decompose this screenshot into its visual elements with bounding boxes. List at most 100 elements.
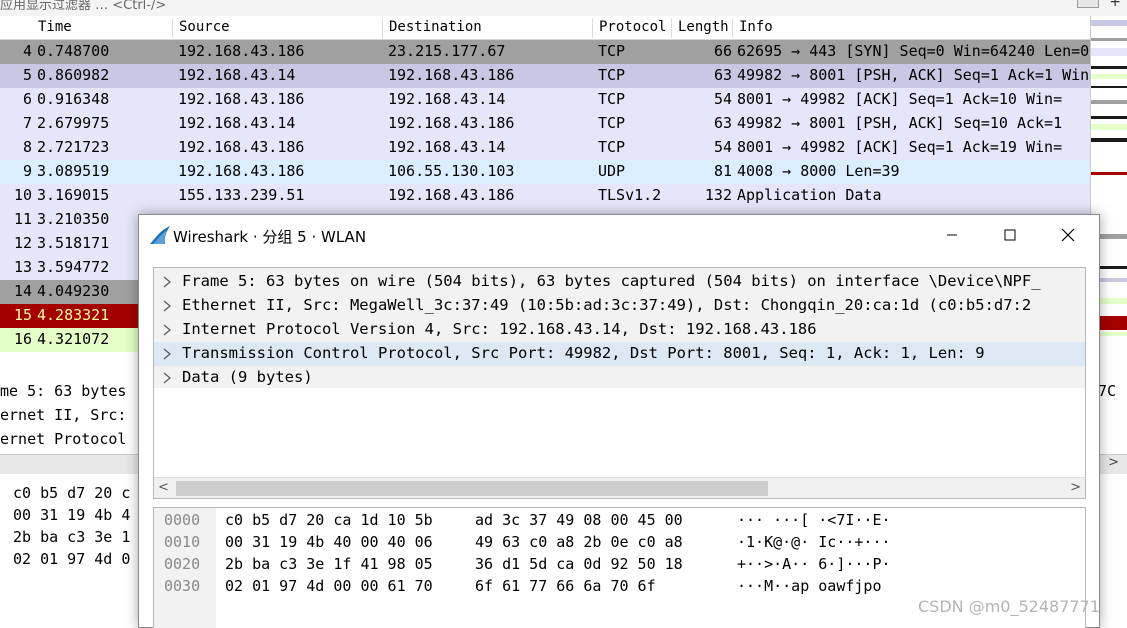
chevron-right-icon[interactable] [160,298,174,314]
packet-row[interactable]: 7 2.679975 192.168.43.14 192.168.43.186 TCP 6… [0,112,1090,136]
packet-row[interactable]: 6 0.916348 192.168.43.186 192.168.43.14 TCP 5… [0,88,1090,112]
packet-protocol: TCP [598,90,626,108]
minimap-mark [1091,38,1127,41]
tree-item[interactable]: Data (9 bytes) [154,366,1085,390]
packet-source: 192.168.43.186 [178,162,305,180]
packet-row[interactable]: 4 0.748700 192.168.43.186 23.215.177.67 TCP 6… [0,40,1090,64]
chevron-right-icon[interactable] [160,370,174,386]
packet-row[interactable]: 8 2.721723 192.168.43.186 192.168.43.14 TCP 5… [0,136,1090,160]
hex-bytes-first[interactable]: 2b ba c3 3e 1f 41 98 05 [225,555,433,573]
packet-info: 49982 → 8001 [PSH, ACK] Seq=1 Ack=1 Win [737,66,1090,84]
display-filter-input[interactable]: 应用显示过滤器 … <Ctrl-/> [0,0,166,13]
packet-protocol: TCP [598,114,626,132]
tree-item-label: Data (9 bytes) [182,368,313,386]
dialog-titlebar[interactable]: Wireshark · 分组 5 · WLAN [139,215,1099,255]
chevron-right-icon[interactable]: > [1070,480,1081,495]
detail-line-tail: 7C [1098,382,1117,400]
column-separator [382,18,383,38]
close-button[interactable] [1039,215,1097,255]
minimap-mark [1091,66,1127,69]
packet-length: 63 [713,114,732,132]
hex-bytes-first[interactable]: 02 01 97 4d 00 00 61 70 [225,577,433,595]
hex-ascii[interactable]: ··· ···[ ·<7I··E· [737,511,891,529]
packet-row[interactable]: 9 3.089519 192.168.43.186 106.55.130.103 UDP… [0,160,1090,184]
packet-number: 6 [22,90,32,108]
hex-ascii[interactable]: ···M··ap oawfjpo [737,577,882,595]
minimap-mark [1091,86,1127,88]
tree-item[interactable]: Ethernet II, Src: MegaWell_3c:37:49 (10:… [154,294,1085,318]
display-filter-bar[interactable]: 应用显示过滤器 … <Ctrl-/> + [0,0,1127,16]
tree-item[interactable]: Transmission Control Protocol, Src Port:… [154,342,1085,366]
hex-bytes-second[interactable]: 36 d1 5d ca 0d 92 50 18 [475,555,683,573]
maximize-button[interactable] [981,215,1039,255]
bytes-line: 00 31 19 4b 4 [13,506,131,524]
minimize-button[interactable] [923,215,981,255]
packet-bytes-pane[interactable]: c0 b5 d7 20 c 00 31 19 4b 4 2b ba c3 3e … [0,480,150,628]
hex-ascii[interactable]: +··>·A·· 6·]···P· [737,555,891,573]
col-length-header[interactable]: Length [678,19,729,35]
packet-source: 192.168.43.186 [178,90,305,108]
packet-destination: 192.168.43.14 [388,138,506,156]
packet-time: 0.748700 [37,42,110,60]
hex-offset: 0030 [164,577,201,595]
tree-item[interactable]: Frame 5: 63 bytes on wire (504 bits), 63… [154,270,1085,294]
col-info-header[interactable]: Info [739,19,773,35]
packet-number: 11 [13,210,32,228]
chevron-right-icon[interactable] [160,322,174,338]
chevron-right-icon[interactable] [160,346,174,362]
minimap-mark [1091,20,1127,26]
chevron-right-icon[interactable]: > [1108,455,1119,470]
hex-bytes-first[interactable]: c0 b5 d7 20 ca 1d 10 5b [225,511,433,529]
packet-time: 3.594772 [37,258,110,276]
tree-item[interactable]: Internet Protocol Version 4, Src: 192.16… [154,318,1085,342]
minimap-mark [1091,116,1127,119]
chevron-left-icon[interactable]: < [158,480,169,495]
packet-protocol: TCP [598,138,626,156]
hex-bytes-first[interactable]: 00 31 19 4b 40 00 40 06 [225,533,433,551]
col-source-header[interactable]: Source [179,19,230,35]
packet-protocol: TLSv1.2 [598,186,662,204]
packet-row[interactable]: 5 0.860982 192.168.43.14 192.168.43.186 TCP 6… [0,64,1090,88]
packet-time: 3.169015 [37,186,110,204]
tree-horizontal-scrollbar[interactable]: < > [153,477,1086,499]
packet-length: 81 [713,162,732,180]
dialog-title: Wireshark · 分组 5 · WLAN [173,228,367,246]
packet-length: 54 [713,138,732,156]
chevron-right-icon[interactable] [160,274,174,290]
packet-source: 192.168.43.186 [178,42,305,60]
tree-item-label: Ethernet II, Src: MegaWell_3c:37:49 (10:… [182,296,1032,314]
hex-bytes-second[interactable]: 49 63 c0 a8 2b 0e c0 a8 [475,533,683,551]
hex-bytes-second[interactable]: 6f 61 77 66 6a 70 6f [475,577,656,595]
col-protocol-header[interactable]: Protocol [599,19,666,35]
packet-number: 10 [13,186,32,204]
detail-line: ernet Protocol [0,430,127,448]
packet-number: 14 [13,282,32,300]
col-destination-header[interactable]: Destination [389,19,482,35]
scrollbar-thumb[interactable] [176,481,768,496]
filter-bookmark-button[interactable] [1077,0,1099,8]
bytes-line: 02 01 97 4d 0 [13,550,131,568]
tree-item-label: Internet Protocol Version 4, Src: 192.16… [182,320,817,338]
packet-length: 66 [713,42,732,60]
packet-info: 8001 → 49982 [ACK] Seq=1 Ack=19 Win= [737,138,1063,156]
packet-source: 192.168.43.14 [178,66,296,84]
packet-destination: 192.168.43.186 [388,114,515,132]
col-time-header[interactable]: Time [38,19,72,35]
hex-bytes-second[interactable]: ad 3c 37 49 08 00 45 00 [475,511,683,529]
packet-source: 155.133.239.51 [178,186,305,204]
packet-detail-tree[interactable]: Frame 5: 63 bytes on wire (504 bits), 63… [153,267,1086,499]
bytes-line: c0 b5 d7 20 c [13,484,131,502]
packet-number: 4 [22,42,32,60]
close-icon [1061,228,1075,242]
add-filter-button[interactable]: + [1109,0,1121,10]
hex-ascii[interactable]: ·1·K@·@· Ic··+··· [737,533,891,551]
maximize-icon [1004,229,1016,241]
packet-row[interactable]: 10 3.169015 155.133.239.51 192.168.43.186 TL… [0,184,1090,208]
minimap-mark [1091,74,1127,79]
packet-destination: 192.168.43.186 [388,66,515,84]
packet-protocol: TCP [598,66,626,84]
packet-info: 4008 → 8000 Len=39 [737,162,900,180]
wireshark-fin-icon [150,226,170,244]
minimap-mark [1091,172,1127,175]
packet-time: 3.210350 [37,210,110,228]
